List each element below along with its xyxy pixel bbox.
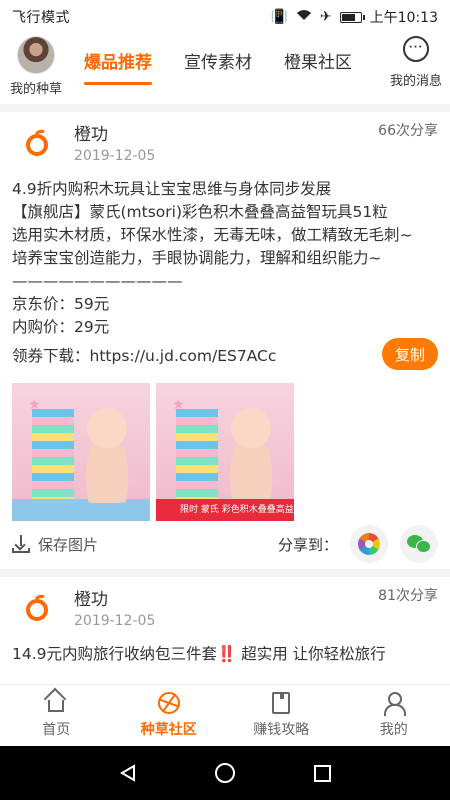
product-image[interactable]: ★ 限时 蒙氏 彩色积木叠叠高益智玩具 ¥29 (156, 383, 294, 521)
nav-guide-label: 赚钱攻略 (253, 722, 310, 738)
tab-chengguo-community[interactable]: 橙果社区 (284, 48, 352, 85)
post-content: 14.9元内购旅行收纳包三件套‼️ 超实用 让你轻松旅行 (12, 645, 386, 663)
community-icon (157, 692, 180, 714)
airplane-icon: ✈ (319, 9, 332, 25)
product-image[interactable]: ★ (12, 383, 150, 521)
post-date: 2019-12-05 (74, 148, 156, 164)
header-divider (0, 104, 450, 112)
nav-profile-label: 我的 (379, 722, 408, 738)
tab-hot-products[interactable]: 爆品推荐 (84, 48, 152, 85)
nav-home-label: 首页 (42, 722, 71, 738)
nav-community[interactable]: 种草社区 (113, 685, 226, 746)
back-icon[interactable] (119, 764, 137, 782)
coupon-row: 领券下载：https://u.jd.com/ES7ACc 复制 (12, 338, 438, 371)
post-card: 橙功 2019-12-05 66次分享 4.9折内购积木玩具让宝宝思维与身体同步… (0, 112, 450, 577)
tab-promo-materials[interactable]: 宣传素材 (184, 48, 252, 85)
message-bubble-icon: ··· (403, 36, 429, 62)
battery-icon (339, 11, 365, 23)
save-image-label: 保存图片 (38, 535, 99, 554)
wifi-icon (296, 9, 312, 25)
post-header: 橙功 2019-12-05 66次分享 (12, 112, 438, 174)
top-header: 我的种草 爆品推荐 宣传素材 橙果社区 ··· 我的消息 (0, 34, 450, 100)
avatar (17, 36, 55, 74)
post-feed[interactable]: 橙功 2019-12-05 66次分享 4.9折内购积木玩具让宝宝思维与身体同步… (0, 112, 450, 684)
orange-logo-icon (26, 129, 48, 156)
post-separator (0, 569, 450, 577)
home-button-icon[interactable] (215, 763, 236, 783)
download-icon (12, 535, 30, 553)
nav-community-label: 种草社区 (140, 722, 197, 738)
block-tower (176, 409, 218, 499)
top-tabs: 爆品推荐 宣传素材 橙果社区 (84, 48, 352, 85)
nav-home[interactable]: 首页 (0, 685, 113, 746)
system-nav-bar (0, 746, 450, 800)
share-to: 分享到： (278, 525, 438, 563)
post-actions: 保存图片 分享到： (12, 523, 438, 565)
coupon-link[interactable]: 领券下载：https://u.jd.com/ES7ACc (12, 344, 276, 366)
status-bar: 飞行模式 📳 ✈ 上午10:13 (0, 0, 450, 34)
nav-profile[interactable]: 我的 (338, 685, 450, 746)
wechat-icon (407, 535, 431, 553)
wechat-share-button[interactable] (400, 525, 438, 563)
moments-share-button[interactable] (350, 525, 388, 563)
recents-icon[interactable] (313, 764, 331, 782)
status-icons: 📳 ✈ 上午10:13 (270, 7, 438, 27)
baby-figure (218, 403, 284, 503)
airplane-mode-text: 飞行模式 (12, 10, 70, 26)
orange-logo-icon (26, 594, 48, 621)
share-count: 81次分享 (378, 588, 438, 604)
post-date: 2019-12-05 (74, 613, 156, 629)
post-header: 橙功 2019-12-05 81次分享 (12, 577, 438, 639)
my-messages-label: 我的消息 (389, 74, 442, 89)
my-grass-label: 我的种草 (9, 82, 62, 97)
baby-figure (74, 403, 140, 503)
copy-button[interactable]: 复制 (382, 338, 438, 370)
vibrate-icon: 📳 (270, 9, 288, 25)
my-messages-button[interactable]: ··· 我的消息 (386, 36, 446, 89)
share-count: 66次分享 (378, 123, 438, 139)
clock: 上午10:13 (369, 10, 438, 26)
post-images: ★ ★ 限时 蒙氏 彩色积木叠叠高益智玩具 ¥29 (12, 383, 438, 521)
price-banner: 限时 蒙氏 彩色积木叠叠高益智玩具 ¥29 (156, 499, 294, 521)
post-content: 4.9折内购积木玩具让宝宝思维与身体同步发展 【旗舰店】蒙氏(mtsori)彩色… (12, 180, 413, 336)
share-to-label: 分享到： (277, 535, 338, 554)
guide-icon (272, 692, 291, 714)
profile-icon (383, 692, 406, 716)
post-author: 橙功 (74, 590, 108, 610)
nav-guide[interactable]: 赚钱攻略 (225, 685, 338, 746)
bottom-nav: 首页 种草社区 赚钱攻略 我的 (0, 684, 450, 746)
post-author: 橙功 (74, 125, 108, 145)
post-card: 橙功 2019-12-05 81次分享 14.9元内购旅行收纳包三件套‼️ 超实… (0, 577, 450, 666)
block-tower (32, 409, 74, 499)
home-icon (45, 692, 67, 714)
save-image-button[interactable]: 保存图片 (12, 534, 98, 555)
my-grass-button[interactable]: 我的种草 (6, 36, 66, 97)
moments-icon (358, 533, 380, 555)
